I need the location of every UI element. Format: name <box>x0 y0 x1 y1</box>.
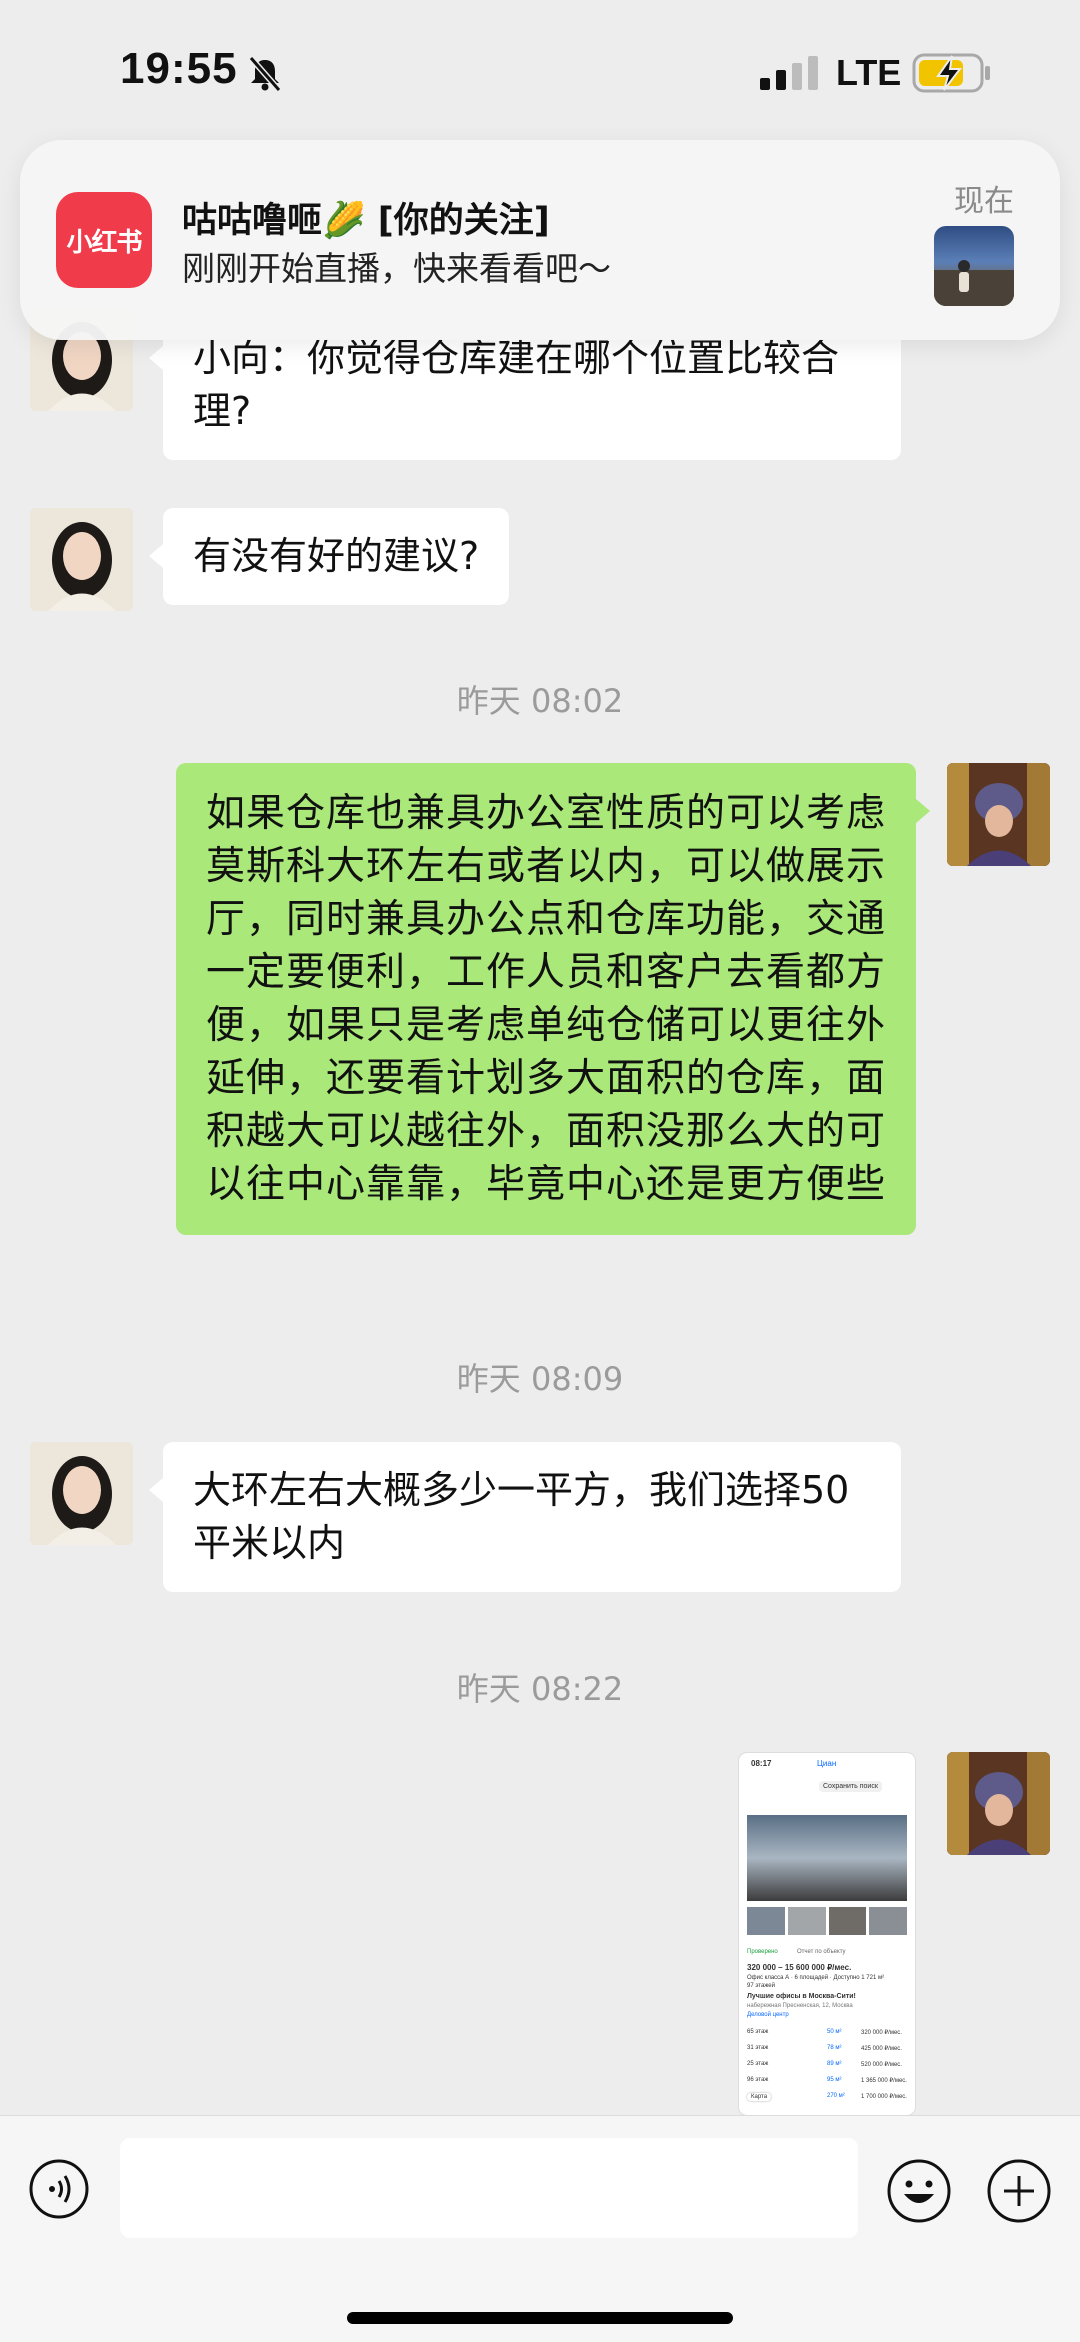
xiaohongshu-app-icon: 小红书 <box>56 192 152 288</box>
bell-muted-icon <box>248 56 282 92</box>
chat-input-bar <box>0 2115 1080 2342</box>
mini-app: Циан <box>817 1759 837 1768</box>
signal-icon <box>760 56 818 90</box>
listing-thumbs <box>747 1907 907 1935</box>
contact-avatar[interactable] <box>30 508 133 611</box>
mini-row-floor: 25 этаж <box>747 2061 769 2067</box>
mini-center: Деловой центр <box>747 2012 789 2018</box>
message-timestamp: 昨天 08:09 <box>456 1360 624 1398</box>
message-bubble[interactable]: 有没有好的建议? <box>148 508 510 605</box>
network-type: LTE <box>836 52 902 93</box>
image-message[interactable]: 08:17 Циан Сохранить поиск Проверено Отч… <box>739 1753 915 2115</box>
my-avatar[interactable] <box>947 1752 1050 1855</box>
mini-row-floor: 31 этаж <box>747 2045 769 2051</box>
mini-map: Карта <box>747 2093 772 2101</box>
emoji-icon[interactable] <box>886 2158 952 2224</box>
listing-photo <box>747 1815 907 1901</box>
message-timestamp: 昨天 08:02 <box>456 682 624 720</box>
message-input[interactable] <box>120 2138 858 2238</box>
notification-body: 刚刚开始直播，快来看看吧～ <box>182 249 611 288</box>
mini-row-floor: 96 этаж <box>747 2077 769 2083</box>
notification-title: 咕咕噜咂🌽 [你的关注] <box>182 201 550 241</box>
notification-thumbnail <box>934 226 1014 306</box>
mini-row-price: 320 000 ₽/мес. <box>861 2030 902 2036</box>
mini-time: 08:17 <box>751 1759 772 1768</box>
voice-input-icon[interactable] <box>28 2158 90 2220</box>
mini-class: Офис класса А · 6 площадей · Доступно 1 … <box>747 1975 885 1981</box>
mini-row-area: 89 м² <box>827 2061 842 2067</box>
mini-row-area: 50 м² <box>827 2029 842 2035</box>
mini-badge: Проверено <box>747 1949 778 1955</box>
home-indicator[interactable] <box>347 2312 733 2324</box>
status-bar: 19:55 LTE <box>0 0 1080 140</box>
plus-icon[interactable] <box>986 2158 1052 2224</box>
mini-headline: Лучшие офисы в Москва-Сити! <box>747 1993 856 2000</box>
status-time: 19:55 <box>120 44 238 93</box>
my-avatar[interactable] <box>947 763 1050 866</box>
message-bubble-sent[interactable]: 如果仓库也兼具办公室性质的可以考虑莫斯科大环左右或者以内，可以做展示厅，同时兼具… <box>176 763 930 1235</box>
mini-row-price: 520 000 ₽/мес. <box>861 2062 902 2068</box>
notification-banner[interactable]: 小红书 咕咕噜咂🌽 [你的关注] 刚刚开始直播，快来看看吧～ 现在 <box>20 140 1060 340</box>
mini-row-area: 270 м² <box>827 2093 845 2099</box>
mini-row-area: 78 м² <box>827 2045 842 2051</box>
mini-save: Сохранить поиск <box>819 1781 882 1792</box>
message-bubble[interactable]: 大环左右大概多少一平方，我们选择50平米以内 <box>149 1442 901 1592</box>
contact-avatar[interactable] <box>30 1442 133 1545</box>
battery-charging-icon <box>912 53 990 93</box>
mini-address: набережная Пресненская, 12, Москва <box>747 2003 853 2009</box>
mini-badge2: Отчет по объекту <box>797 1949 846 1955</box>
mini-floors: 97 этажей <box>747 1983 775 1989</box>
notification-time: 现在 <box>954 184 1014 219</box>
mini-row-price: 1 365 000 ₽/мес. <box>861 2078 907 2084</box>
mini-row-price: 425 000 ₽/мес. <box>861 2046 902 2052</box>
mini-price: 320 000 – 15 600 000 ₽/мес. <box>747 1963 852 1972</box>
mini-row-floor: 65 этаж <box>747 2029 769 2035</box>
message-timestamp: 昨天 08:22 <box>456 1670 624 1708</box>
mini-row-area: 95 м² <box>827 2077 842 2083</box>
mini-row-price: 1 700 000 ₽/мес. <box>861 2094 907 2100</box>
